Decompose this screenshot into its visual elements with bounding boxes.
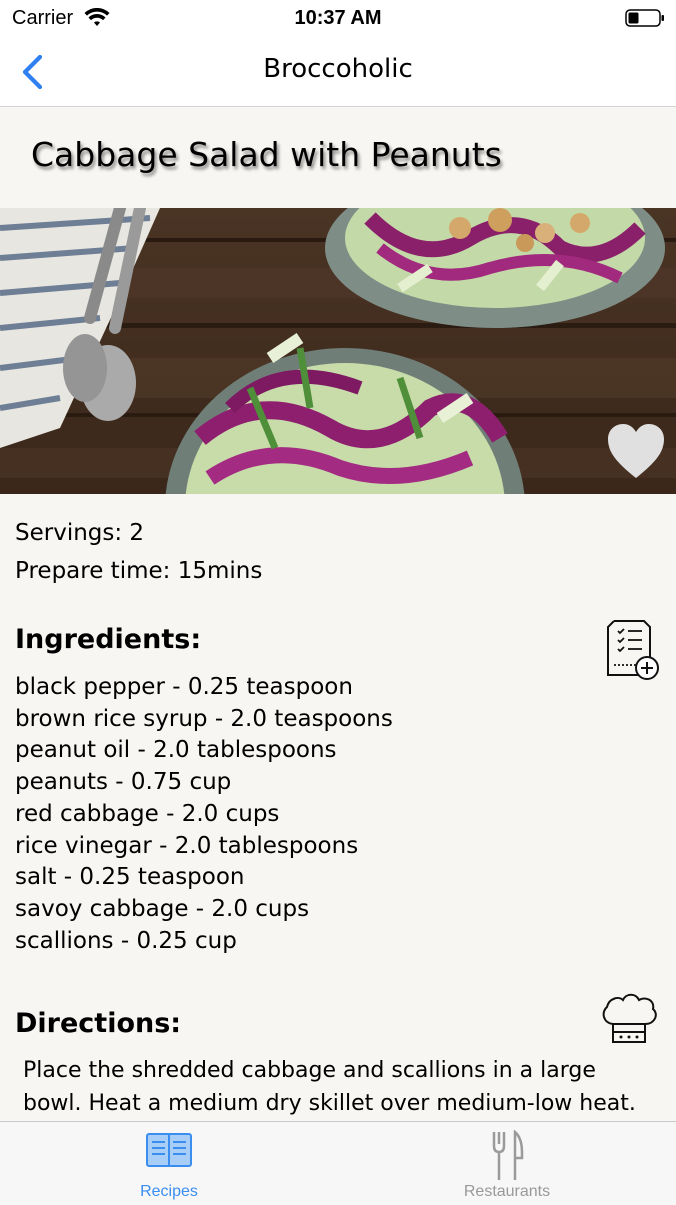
status-bar: Carrier 10:37 AM	[0, 0, 676, 40]
recipe-title: Cabbage Salad with Peanuts	[31, 135, 502, 174]
directions-heading: Directions:	[15, 1008, 182, 1039]
tab-recipes-label: Recipes	[140, 1183, 198, 1200]
tab-restaurants-label: Restaurants	[463, 1183, 551, 1200]
list-item: savoy cabbage - 2.0 cups	[15, 895, 310, 922]
tab-restaurants[interactable]: Restaurants	[338, 1122, 676, 1205]
ingredients-heading: Ingredients:	[15, 624, 202, 655]
battery-icon	[625, 9, 664, 27]
clock: 10:37 AM	[294, 7, 382, 29]
list-item: brown rice syrup - 2.0 teaspoons	[15, 705, 393, 732]
list-item: salt - 0.25 teaspoon	[15, 864, 245, 891]
list-item: peanut oil - 2.0 tablespoons	[15, 737, 337, 764]
list-item: peanuts - 0.75 cup	[15, 769, 232, 796]
servings-label: Servings: 2	[15, 520, 145, 546]
fork-knife-icon	[492, 1130, 524, 1180]
chef-hat-icon	[602, 993, 657, 1043]
tab-bar: Recipes Restaurants	[0, 1121, 676, 1205]
list-item: rice vinegar - 2.0 tablespoons	[15, 832, 359, 859]
list-item: red cabbage - 2.0 cups	[15, 800, 280, 827]
shopping-list-add-icon[interactable]	[604, 619, 660, 681]
navigation-bar: Broccoholic	[0, 40, 676, 107]
list-item: scallions - 0.25 cup	[15, 927, 237, 954]
tab-recipes[interactable]: Recipes	[0, 1122, 338, 1205]
heart-icon[interactable]	[606, 422, 666, 480]
recipe-title-area: Cabbage Salad with Peanuts	[0, 107, 676, 207]
prepare-time-label: Prepare time: 15mins	[15, 558, 263, 584]
list-item: black pepper - 0.25 teaspoon	[15, 674, 353, 700]
book-icon	[146, 1133, 192, 1167]
recipe-photo	[0, 208, 676, 494]
ingredients-list: black pepper - 0.25 teaspoon brown rice …	[15, 672, 393, 957]
nav-title: Broccoholic	[263, 54, 413, 84]
